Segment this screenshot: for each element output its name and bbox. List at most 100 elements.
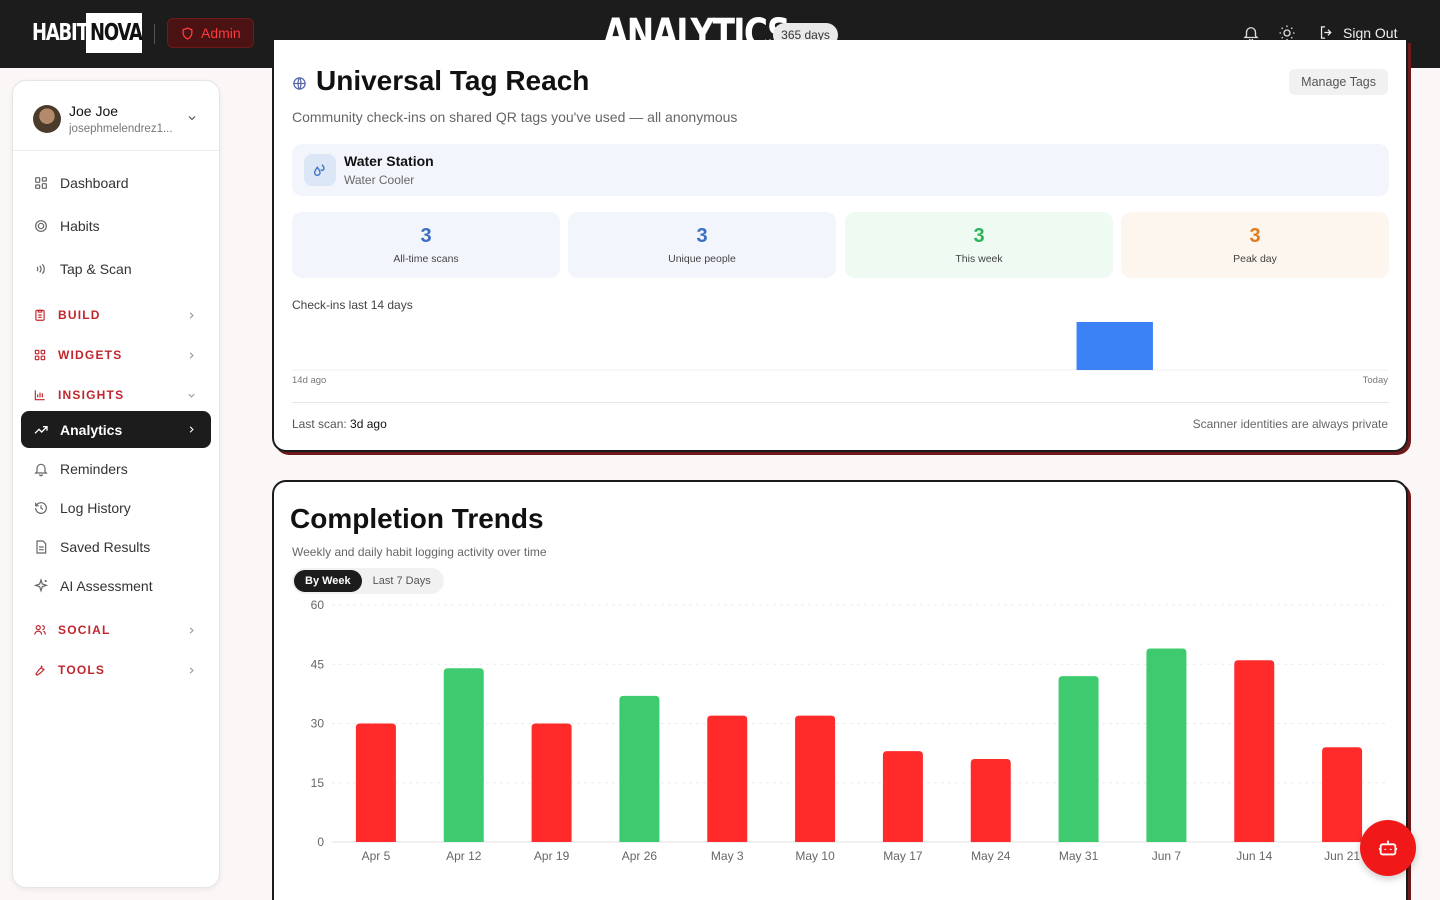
logo-nova-box: NOVA — [86, 13, 143, 53]
sidebar-item-habits[interactable]: Habits — [21, 207, 211, 244]
stat-value: 3 — [1249, 225, 1261, 247]
assistant-button[interactable] — [1360, 820, 1416, 876]
avatar — [33, 105, 61, 133]
x-tick-label: May 10 — [795, 849, 835, 863]
section-label: TOOLS — [58, 663, 106, 677]
x-tick-label: Jun 14 — [1236, 849, 1272, 863]
logo-nova-text: NOVA — [90, 20, 143, 46]
checkins-axis-start: 14d ago — [292, 375, 327, 386]
section-label: SOCIAL — [58, 623, 111, 637]
completion-trends-card: Completion Trends Weekly and daily habit… — [272, 480, 1408, 900]
admin-label: Admin — [201, 25, 241, 41]
stat-label: Peak day — [1233, 253, 1277, 265]
x-tick-label: Jun 7 — [1152, 849, 1182, 863]
sidebar-item-dashboard[interactable]: Dashboard — [21, 164, 211, 201]
x-tick-label: Jun 21 — [1324, 849, 1360, 863]
x-tick-label: Apr 5 — [362, 849, 391, 863]
document-icon — [36, 539, 47, 554]
sign-out-button[interactable]: Sign Out — [1318, 24, 1397, 41]
trend-bar[interactable] — [1146, 648, 1187, 842]
app-logo[interactable]: HABIT NOVA — [32, 13, 143, 53]
sidebar-item-ai-assessment[interactable]: AI Assessment — [21, 567, 211, 604]
droplets-icon — [313, 164, 325, 176]
logo-habit-text: HABIT — [32, 20, 89, 46]
bell-icon — [34, 463, 48, 476]
y-tick-label: 30 — [311, 717, 325, 731]
manage-tags-button[interactable]: Manage Tags — [1289, 69, 1388, 95]
bar-chart-icon — [34, 390, 45, 401]
trend-bar[interactable] — [531, 723, 572, 843]
chevron-down-icon — [188, 116, 196, 121]
chevron-right-icon — [189, 351, 194, 359]
checkins-chart-title: Check-ins last 14 days — [292, 298, 413, 312]
trending-up-icon — [34, 425, 48, 434]
widgets-icon — [34, 349, 46, 361]
trend-bar[interactable] — [970, 759, 1011, 842]
sidebar-item-label: Saved Results — [60, 538, 151, 555]
section-widgets[interactable]: WIDGETS — [21, 340, 211, 370]
section-label: WIDGETS — [58, 348, 123, 362]
user-menu[interactable]: Joe Joe josephmelendrez1... — [13, 81, 219, 151]
completion-trends-chart: 0 15 30 45 60 Apr 5 Apr 12 Apr 19 Apr 26 May 3 May… — [311, 598, 1386, 863]
y-tick-label: 0 — [317, 835, 324, 849]
admin-button[interactable]: Admin — [167, 18, 254, 48]
trend-bar[interactable] — [795, 715, 836, 842]
stat-unique-people: 3 Unique people — [568, 212, 836, 278]
trend-view-toggle: By Week Last 7 Days — [292, 568, 444, 594]
tag-reach-subtitle: Community check-ins on shared QR tags yo… — [292, 109, 738, 125]
sidebar-item-analytics[interactable]: Analytics — [21, 411, 211, 448]
station-type: Water Cooler — [344, 173, 415, 187]
header-divider — [154, 24, 155, 44]
chevron-right-icon — [189, 626, 194, 634]
completion-trends-title: Completion Trends — [290, 503, 544, 534]
sidebar-item-tap-scan[interactable]: Tap & Scan — [21, 250, 211, 287]
stat-label: Unique people — [668, 253, 736, 265]
sidebar-item-label: Tap & Scan — [60, 260, 132, 277]
sidebar-item-label: Habits — [60, 217, 100, 234]
privacy-note: Scanner identities are always private — [1192, 417, 1388, 431]
x-tick-label: Apr 12 — [446, 849, 482, 863]
checkins-axis-end: Today — [1362, 375, 1388, 386]
clipboard-icon — [35, 309, 45, 321]
toggle-by-week[interactable]: By Week — [294, 570, 362, 592]
toggle-last-7-days[interactable]: Last 7 Days — [362, 570, 442, 592]
section-social[interactable]: SOCIAL — [21, 615, 211, 645]
last-scan-value: 3d ago — [350, 417, 387, 431]
last-scan-label: Last scan: — [292, 417, 347, 431]
last-scan: Last scan: 3d ago — [292, 417, 387, 431]
users-icon — [34, 625, 46, 635]
x-tick-label: May 17 — [883, 849, 923, 863]
trend-bar[interactable] — [1234, 660, 1275, 842]
trend-bar[interactable] — [619, 695, 660, 842]
user-name: Joe Joe — [69, 103, 119, 119]
x-tick-label: May 24 — [971, 849, 1011, 863]
sidebar-item-label: Analytics — [60, 421, 123, 438]
sidebar-item-reminders[interactable]: Reminders — [21, 450, 211, 487]
chevron-right-icon — [189, 666, 194, 674]
sidebar-item-log-history[interactable]: Log History — [21, 489, 211, 526]
chevron-down-icon — [188, 393, 195, 398]
trend-bar[interactable] — [882, 751, 923, 842]
sidebar-item-saved-results[interactable]: Saved Results — [21, 528, 211, 565]
bot-icon — [1378, 840, 1398, 856]
section-label: BUILD — [58, 308, 101, 322]
sidebar-item-label: Dashboard — [60, 174, 129, 191]
section-build[interactable]: BUILD — [21, 300, 211, 330]
trend-bar[interactable] — [707, 715, 748, 842]
shield-icon — [182, 26, 193, 40]
station-icon-box — [304, 154, 336, 186]
tag-reach-card: Universal Tag Reach Manage Tags Communit… — [272, 40, 1408, 452]
y-tick-label: 15 — [311, 776, 325, 790]
globe-icon — [293, 77, 306, 90]
tag-station-row[interactable]: Water Station Water Cooler — [292, 144, 1389, 196]
trend-bar[interactable] — [355, 723, 396, 843]
trend-bar[interactable] — [443, 668, 484, 842]
section-insights[interactable]: INSIGHTS — [21, 380, 211, 410]
x-tick-label: May 31 — [1059, 849, 1099, 863]
tag-reach-title: Universal Tag Reach — [316, 65, 590, 96]
section-tools[interactable]: TOOLS — [21, 655, 211, 685]
user-email: josephmelendrez1... — [69, 123, 173, 135]
trend-bar[interactable] — [1058, 676, 1099, 842]
completion-trends-subtitle: Weekly and daily habit logging activity … — [292, 545, 547, 559]
trend-bar[interactable] — [1322, 747, 1363, 842]
